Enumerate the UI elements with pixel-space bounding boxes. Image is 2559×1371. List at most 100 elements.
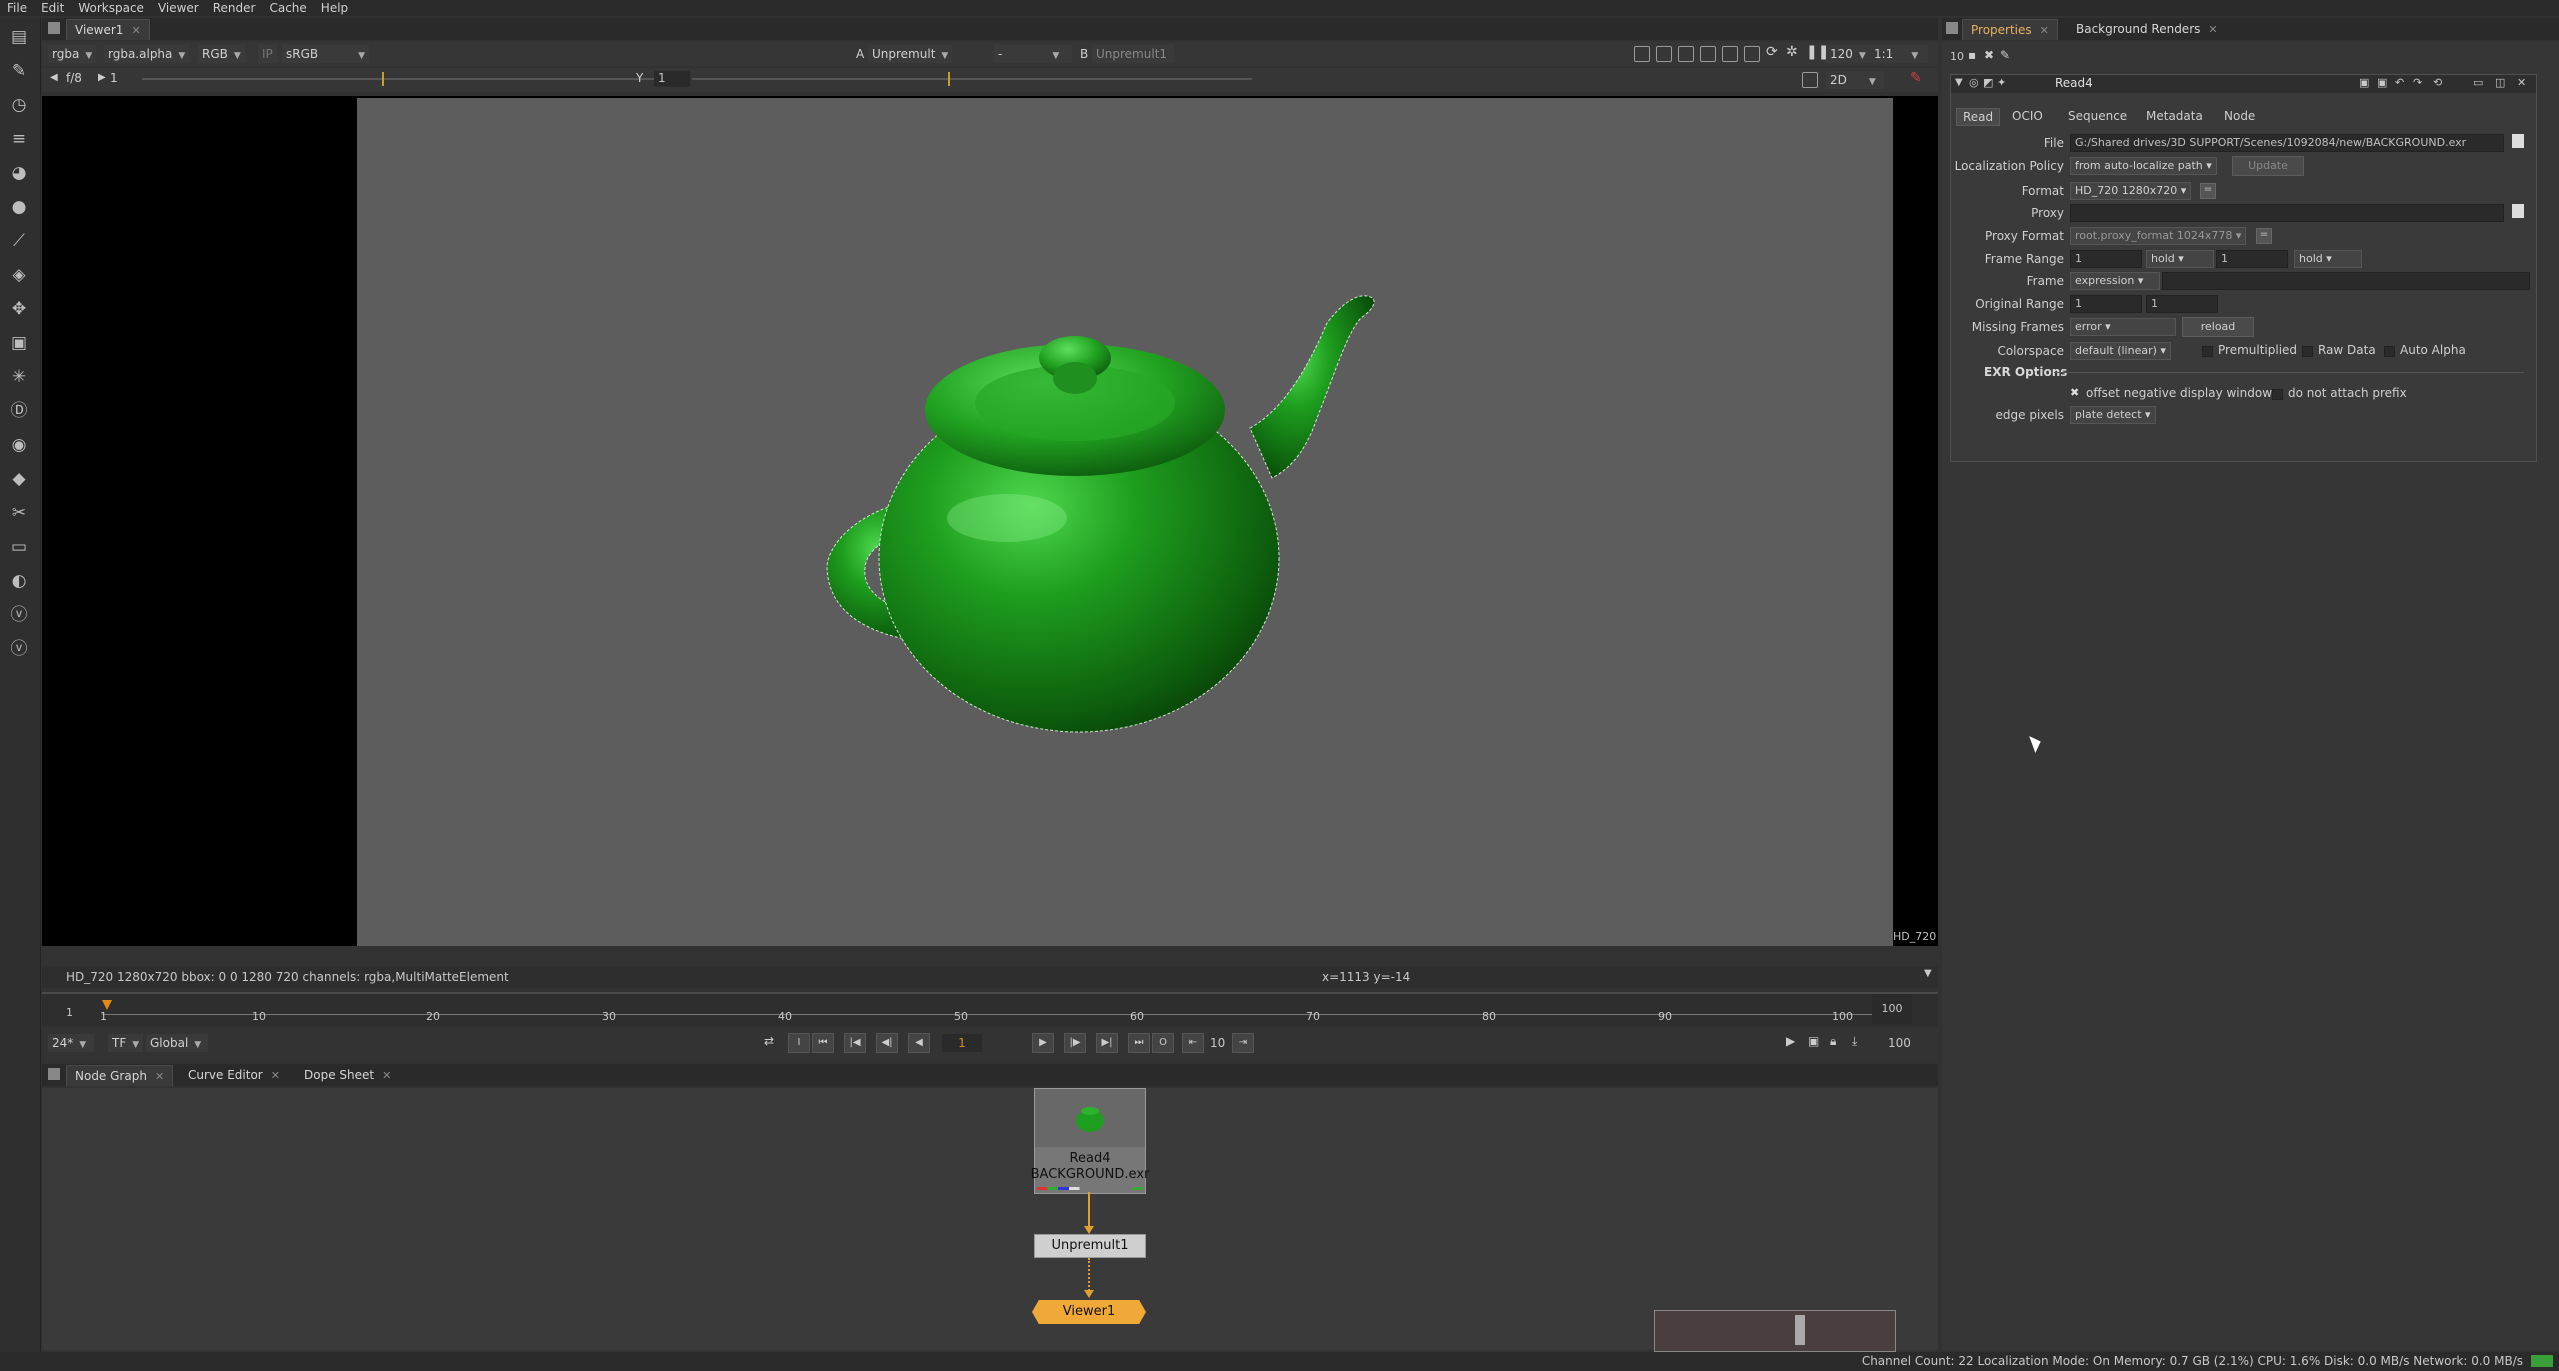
panel-menu-icon[interactable] (1946, 22, 1958, 34)
current-frame-field[interactable]: 1 (942, 1034, 982, 1052)
lock-icon[interactable]: 🔒︎ (1830, 1034, 1836, 1049)
tab-properties[interactable]: Properties ✕ (1962, 19, 2058, 40)
read-node[interactable]: Read4 BACKGROUND.exr (1031, 1088, 1149, 1194)
keyer-tools-icon[interactable]: ⟋ (6, 228, 32, 254)
subtab-read[interactable]: Read (1956, 108, 2001, 126)
close-icon[interactable]: ✕ (155, 1070, 164, 1083)
auto-alpha-checkbox[interactable] (2384, 346, 2395, 357)
fstop-arrow-left-icon[interactable]: ◀ (50, 72, 58, 83)
wipe-icon[interactable] (1700, 46, 1716, 62)
lock-panel-icon[interactable]: ✖ (1984, 48, 1994, 62)
close-icon[interactable]: ✕ (2040, 24, 2049, 37)
format-dropdown[interactable]: HD_720 1280x720 ▾ (2070, 182, 2192, 200)
in-point-button[interactable]: I (788, 1033, 810, 1053)
gain-slider[interactable] (142, 78, 662, 80)
channel-tools-icon[interactable]: ≡ (6, 126, 32, 152)
metadata-tools-icon[interactable]: ◆ (6, 466, 32, 492)
mask-node-icon[interactable]: ◩ (1983, 76, 1993, 89)
increment-value[interactable]: 10 (1210, 1036, 1225, 1050)
info-expand-icon[interactable]: ▼ (1924, 968, 1932, 979)
channels-dropdown[interactable]: rgba ▼ (48, 45, 97, 63)
redo-icon[interactable]: ↷ (2413, 76, 2422, 89)
out-point-button[interactable]: O (1152, 1033, 1174, 1053)
panel-menu-icon[interactable] (48, 22, 60, 34)
frame-icon[interactable] (1656, 46, 1672, 62)
menu-edit[interactable]: Edit (34, 1, 71, 15)
close-icon[interactable]: ✕ (2517, 76, 2526, 89)
menu-cache[interactable]: Cache (262, 1, 313, 15)
node-graph-minimap[interactable] (1654, 1310, 1896, 1352)
merge-tools-icon[interactable]: ◈ (6, 262, 32, 288)
tab-viewer1[interactable]: Viewer1 ✕ (66, 19, 150, 40)
draw-tools-icon[interactable]: ✎ (6, 58, 32, 84)
revert-icon[interactable]: ▣ (2359, 76, 2369, 89)
reload-button[interactable]: reload (2182, 317, 2254, 337)
float-icon[interactable]: ▭ (2473, 76, 2483, 89)
update-button[interactable]: Update (2232, 156, 2304, 176)
viewer-node[interactable]: Viewer1 (1032, 1300, 1146, 1324)
close-icon[interactable]: ✕ (271, 1069, 280, 1082)
other-tools-icon[interactable]: ▭ (6, 534, 32, 560)
gamma-field[interactable]: 1 (654, 71, 690, 87)
roi-icon[interactable] (1634, 46, 1650, 62)
missing-frames-dropdown[interactable]: error ▾ (2070, 318, 2176, 336)
ip-toggle[interactable]: IP (258, 45, 277, 63)
subtab-metadata[interactable]: Metadata (2140, 108, 2209, 124)
panel-menu-icon[interactable] (48, 1068, 60, 1080)
menu-workspace[interactable]: Workspace (71, 1, 151, 15)
premultiplied-checkbox[interactable] (2202, 346, 2213, 357)
original-end-field[interactable]: 1 (2146, 295, 2218, 313)
no-prefix-checkbox[interactable] (2272, 389, 2283, 400)
proxy-field[interactable] (2070, 204, 2504, 222)
3d-tools-icon[interactable]: ▣ (6, 330, 32, 356)
alpha-dropdown[interactable]: rgba.alpha ▼ (104, 45, 190, 63)
ofx-tools-icon[interactable]: ⓥ (6, 602, 32, 628)
frame-range-start-field[interactable]: 1 (2070, 250, 2142, 268)
transform-tools-icon[interactable]: ✥ (6, 296, 32, 322)
unpremult-node[interactable]: Unpremult1 (1034, 1234, 1146, 1258)
cache-icon[interactable]: ⤓ (1852, 1034, 1857, 1049)
colorspace-dropdown[interactable]: default (linear) ▾ (2070, 342, 2171, 360)
close-icon[interactable]: ✕ (131, 24, 140, 37)
node-name-field[interactable]: Read4 (2055, 76, 2093, 90)
compare-op-dropdown[interactable]: - ▼ (994, 45, 1072, 63)
proxy-format-dropdown[interactable]: root.proxy_format 1024x778 ▾ (2070, 227, 2247, 245)
roi-toggle-icon[interactable] (1802, 72, 1818, 88)
toolsets-icon[interactable]: ✂ (6, 500, 32, 526)
gain-value[interactable]: 1 (110, 71, 118, 85)
proxy-browse-icon[interactable] (2512, 204, 2524, 218)
node-graph-canvas[interactable]: Read4 BACKGROUND.exr Unpremult1 Viewer1 (42, 1088, 1938, 1352)
maximize-icon[interactable]: ◫ (2495, 76, 2505, 89)
subtab-ocio[interactable]: OCIO (2006, 108, 2049, 124)
close-icon[interactable]: ✕ (382, 1069, 391, 1082)
menu-viewer[interactable]: Viewer (151, 1, 206, 15)
gamma-slider[interactable] (692, 78, 1252, 80)
frame-expression-field[interactable] (2162, 272, 2530, 290)
tab-dope-sheet[interactable]: Dope Sheet ✕ (296, 1065, 399, 1085)
close-icon[interactable]: ✕ (2208, 23, 2217, 36)
end-frame-field[interactable]: 100 (1888, 1036, 1911, 1050)
prev-increment-button[interactable]: ◀| (876, 1033, 898, 1053)
increment-button[interactable]: ⇥ (1232, 1033, 1254, 1053)
b-input-dropdown[interactable]: Unpremult1 (1092, 45, 1174, 63)
pencil-icon[interactable]: ✎ (2000, 48, 2010, 62)
play-backward-button[interactable]: ◀ (908, 1033, 930, 1053)
gpu-icon[interactable]: ✲ (1786, 44, 1798, 60)
plugin-tools-icon[interactable]: ⓥ (6, 636, 32, 662)
loop-icon[interactable]: ⇄ (764, 1034, 774, 1048)
particles-tools-icon[interactable]: ✳ (6, 364, 32, 390)
zoom-dropdown[interactable]: 120 ▼ (1826, 45, 1870, 63)
time-tools-icon[interactable]: ◷ (6, 92, 32, 118)
deep-tools-icon[interactable]: Ⓓ (6, 398, 32, 424)
fstop-value[interactable]: f/8 (66, 71, 82, 85)
tab-node-graph[interactable]: Node Graph ✕ (66, 1065, 174, 1086)
clip-warning-icon[interactable] (1678, 46, 1694, 62)
first-frame-button[interactable]: ⏮ (812, 1033, 834, 1053)
raw-data-checkbox[interactable] (2302, 346, 2313, 357)
subtab-sequence[interactable]: Sequence (2062, 108, 2133, 124)
file-browse-icon[interactable] (2512, 134, 2524, 148)
timeline-track[interactable] (102, 1014, 1882, 1015)
gain-arrow-icon[interactable]: ▶ (98, 72, 106, 83)
tf-dropdown[interactable]: TF ▼ (108, 1034, 144, 1052)
display-dropdown[interactable]: RGB ▼ (198, 45, 245, 63)
